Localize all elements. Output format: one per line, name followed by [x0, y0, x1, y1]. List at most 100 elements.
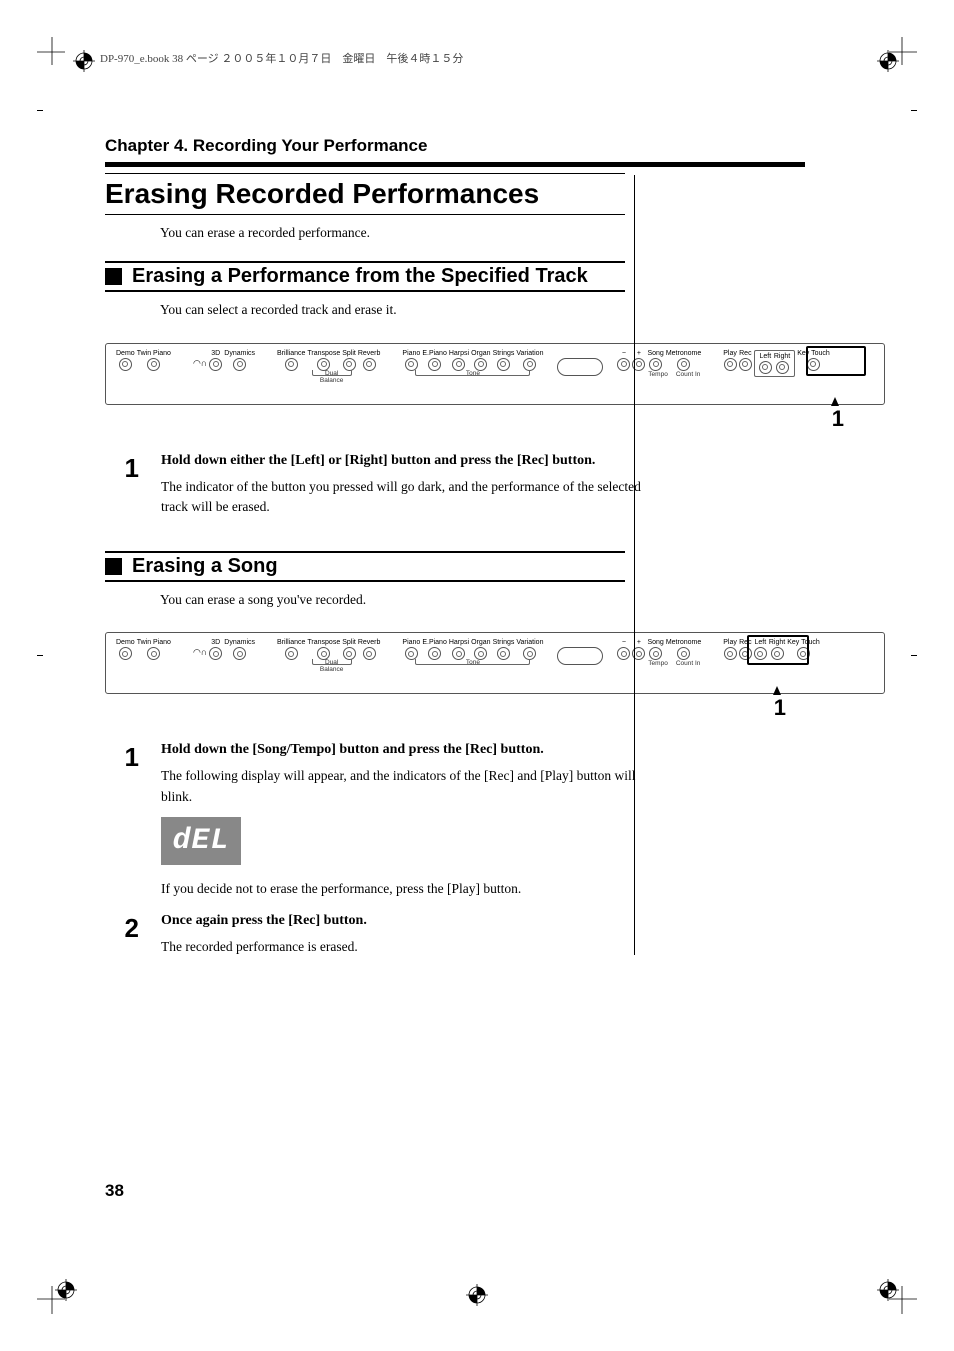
panel-label: Brilliance [277, 350, 305, 357]
bracket-label: Dual Balance [312, 370, 352, 376]
callout-number: 1 [774, 695, 786, 721]
content-area: Chapter 4. Recording Your Performance Er… [105, 136, 899, 957]
main-section: Erasing Recorded Performances [105, 173, 625, 215]
knob-icon [759, 361, 772, 374]
panel-label: Song [647, 350, 663, 357]
section-song: Erasing a Song [105, 551, 625, 582]
step-number: 1 [117, 453, 139, 518]
panel-label: E.Piano [422, 639, 447, 646]
panel-label: Rec [739, 350, 751, 357]
bracket-label: Tone [415, 370, 530, 376]
headphone-icon: ◠∩ [193, 358, 207, 369]
page-number: 38 [105, 1181, 124, 1201]
thin-rule [105, 214, 625, 215]
knob-icon [233, 647, 246, 660]
knob-icon [147, 358, 160, 371]
panel-label: Transpose [307, 639, 340, 646]
panel-label: Harpsi [449, 350, 469, 357]
knob-icon [363, 358, 376, 371]
step-title: Once again press the [Rec] button. [161, 913, 641, 929]
registration-target-icon [877, 1279, 899, 1301]
knob-icon [119, 647, 132, 660]
knob-icon [209, 647, 222, 660]
section-heading-text: Erasing a Song [132, 555, 278, 578]
panel-label: + [637, 639, 641, 646]
panel-label: Strings [493, 639, 515, 646]
panel-label: Demo [116, 350, 135, 357]
section-intro-text: You can erase a song you've recorded. [160, 590, 640, 610]
main-title: Erasing Recorded Performances [105, 178, 625, 210]
section-rule [105, 290, 625, 292]
square-bullet-icon [105, 268, 122, 285]
panel-label: Organ [471, 639, 490, 646]
display-icon [557, 358, 603, 376]
panel-label: Split [342, 350, 356, 357]
knob-icon [617, 358, 630, 371]
headphone-icon: ◠∩ [193, 647, 207, 658]
panel-label: Split [342, 639, 356, 646]
knob-icon [677, 647, 690, 660]
panel-label: Strings [493, 350, 515, 357]
panel-label: Variation [516, 639, 543, 646]
panel-label: Piano [402, 350, 420, 357]
panel-label: Organ [471, 350, 490, 357]
knob-icon [233, 358, 246, 371]
section-track: Erasing a Performance from the Specified… [105, 261, 625, 292]
arrow-up-icon [773, 686, 781, 695]
knob-icon [724, 647, 737, 660]
tick-mark [37, 110, 43, 111]
panel-sublabel: Tempo [648, 660, 668, 667]
display-icon [557, 647, 603, 665]
square-bullet-icon [105, 558, 122, 575]
control-panel-figure: Demo Twin Piano ◠∩ 3D Dynamics Brillianc… [105, 343, 885, 405]
panel-sublabel: Count In [676, 660, 701, 667]
intro-text: You can erase a recorded performance. [160, 223, 640, 243]
control-panel-figure: Demo Twin Piano ◠∩ 3D Dynamics Brillianc… [105, 632, 885, 694]
panel-label: Twin Piano [137, 350, 171, 357]
panel-label: Song [647, 639, 663, 646]
knob-icon [119, 358, 132, 371]
panel-label: − [622, 350, 626, 357]
step-text: The recorded performance is erased. [161, 937, 641, 957]
knob-icon [405, 358, 418, 371]
highlight-box [806, 346, 866, 376]
knob-icon [343, 358, 356, 371]
step-number: 1 [117, 742, 139, 899]
knob-icon [724, 358, 737, 371]
panel-label: Harpsi [449, 639, 469, 646]
panel-label: 3D [211, 350, 220, 357]
tick-mark [911, 655, 917, 656]
section-heading: Erasing a Song [105, 555, 625, 578]
panel-label: Twin Piano [137, 639, 171, 646]
lcd-display: dEL [161, 817, 241, 865]
step-number: 2 [117, 913, 139, 957]
knob-icon [147, 647, 160, 660]
knob-icon [285, 647, 298, 660]
knob-icon [649, 358, 662, 371]
step-block: 1 Hold down the [Song/Tempo] button and … [117, 742, 899, 899]
section-rule [105, 551, 625, 553]
bracket-label: Tone [415, 659, 530, 665]
panel-label: Metronome [666, 639, 701, 646]
knob-icon [428, 358, 441, 371]
knob-icon [617, 647, 630, 660]
registration-target-icon [466, 1284, 488, 1306]
knob-icon [452, 358, 465, 371]
panel-label: Left [760, 353, 772, 360]
panel-label: Right [774, 353, 790, 360]
panel-label: Play [723, 350, 737, 357]
step-title: Hold down the [Song/Tempo] button and pr… [161, 742, 641, 758]
panel-label: 3D [211, 639, 220, 646]
panel-label: + [637, 350, 641, 357]
chapter-title: Chapter 4. Recording Your Performance [105, 136, 899, 156]
page-header-metadata: DP-970_e.book 38 ページ ２００５年１０月７日 金曜日 午後４時… [100, 50, 899, 66]
knob-icon [285, 358, 298, 371]
panel-label: Metronome [666, 350, 701, 357]
thin-rule [105, 173, 625, 174]
thick-rule [105, 162, 805, 167]
knob-icon [497, 358, 510, 371]
panel-label: E.Piano [422, 350, 447, 357]
panel-sublabel: Tempo [648, 371, 668, 378]
section-rule [105, 580, 625, 582]
panel-label: Demo [116, 639, 135, 646]
